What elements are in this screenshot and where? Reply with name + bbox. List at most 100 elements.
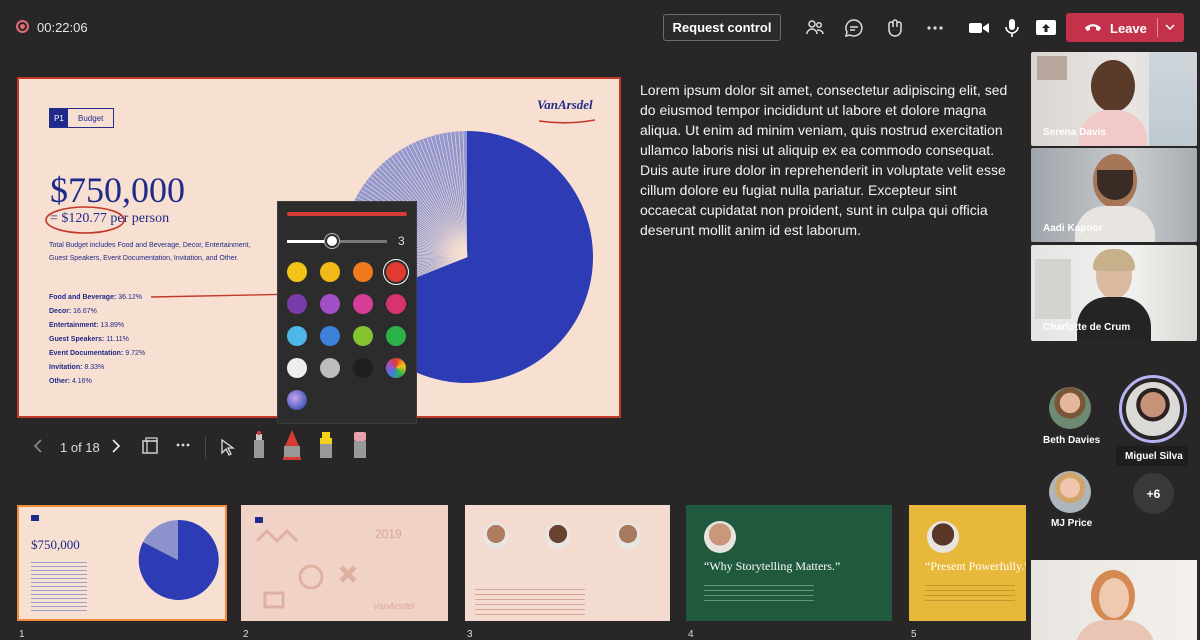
stroke-size-value: 3 xyxy=(398,234,405,248)
avatar-name: Beth Davies xyxy=(1043,435,1101,446)
thumb-brand: VanArsdel xyxy=(373,601,415,611)
ink-circle xyxy=(45,206,125,234)
pen-color-swatch[interactable] xyxy=(353,294,373,314)
share-screen-icon[interactable] xyxy=(1035,17,1057,39)
participant-video-aadi-kapoor[interactable]: Aadi Kapoor xyxy=(1031,148,1197,242)
stroke-size-slider-knob[interactable] xyxy=(325,234,339,248)
slide-grid-icon[interactable] xyxy=(141,437,159,455)
pen-color-swatch[interactable] xyxy=(320,262,340,282)
leave-button[interactable]: Leave xyxy=(1066,13,1184,42)
pen-tool-icon[interactable] xyxy=(281,428,303,460)
bookshelf xyxy=(1149,52,1197,146)
slide-tag-label: Budget xyxy=(78,113,104,123)
laser-pointer-icon[interactable] xyxy=(250,430,268,460)
participant-video-serena-davis[interactable]: Serena Davis xyxy=(1031,52,1197,146)
slide-more-icon[interactable] xyxy=(175,440,191,450)
pen-color-swatch[interactable] xyxy=(386,358,406,378)
pen-color-swatch[interactable] xyxy=(386,294,406,314)
recording-icon xyxy=(16,20,29,33)
avatar-beth-davies[interactable] xyxy=(1049,387,1091,429)
pen-color-swatch[interactable] xyxy=(320,294,340,314)
thumb-pie-chart xyxy=(138,519,219,600)
category-row: Invitation: 8.33% xyxy=(49,364,105,371)
brand-logo: VanArsdel xyxy=(537,97,593,112)
pen-color-swatch[interactable] xyxy=(386,262,406,282)
pen-color-swatch[interactable] xyxy=(287,390,307,410)
slide-tag: P1 Budget xyxy=(49,108,115,128)
avatar-mj-price[interactable] xyxy=(1049,471,1091,513)
pen-color-swatch[interactable] xyxy=(287,262,307,282)
slide-page-indicator: 1 of 18 xyxy=(60,440,100,455)
slide-thumbnail-5[interactable]: “Present Powerfully.” xyxy=(909,505,1026,621)
pen-color-swatch[interactable] xyxy=(353,358,373,378)
thumb-tag xyxy=(31,515,39,521)
thumb-title: “Present Powerfully.” xyxy=(925,559,1026,573)
pointer-tool-icon[interactable] xyxy=(219,438,235,456)
people-icon[interactable] xyxy=(804,17,826,39)
thumbnail-number: 3 xyxy=(467,629,473,640)
avatar-name: MJ Price xyxy=(1051,518,1093,529)
microphone-icon[interactable] xyxy=(1001,17,1023,39)
slide-thumbnail-2[interactable]: 2019 VanArsdel xyxy=(241,505,448,621)
pen-color-swatch[interactable] xyxy=(287,358,307,378)
category-row: Food and Beverage: 36.12% xyxy=(49,294,142,301)
wall-picture xyxy=(1037,56,1067,80)
request-control-button[interactable]: Request control xyxy=(663,14,781,41)
next-slide-icon[interactable] xyxy=(110,438,122,454)
thumbnail-number: 1 xyxy=(19,629,25,640)
pen-color-swatch[interactable] xyxy=(287,294,307,314)
thumbnail-number: 2 xyxy=(243,629,249,640)
pen-color-palette: 3 xyxy=(277,201,417,424)
avatar-miguel-silva[interactable] xyxy=(1126,382,1180,436)
leave-separator xyxy=(1157,18,1158,37)
slide-tag-number: P1 xyxy=(50,109,68,127)
chevron-down-icon[interactable] xyxy=(1163,20,1177,34)
highlighter-tool-icon[interactable] xyxy=(316,430,336,460)
eraser-tool-icon[interactable] xyxy=(351,430,369,460)
slide-thumbnail-3[interactable] xyxy=(465,505,670,621)
previous-slide-icon[interactable] xyxy=(32,438,44,454)
slide-thumbnail-1[interactable]: $750,000 xyxy=(17,505,227,621)
thumbnail-number: 4 xyxy=(688,629,694,640)
brand-underline-ink xyxy=(538,119,596,124)
participant-name: Serena Davis xyxy=(1043,127,1106,138)
leave-label: Leave xyxy=(1110,21,1147,36)
more-participants-button[interactable]: +6 xyxy=(1133,473,1174,514)
chat-icon[interactable] xyxy=(843,17,865,39)
thumb-avatar xyxy=(927,521,959,553)
category-row: Other: 4.16% xyxy=(49,378,92,385)
self-view-video[interactable] xyxy=(1031,560,1197,640)
pen-color-swatch[interactable] xyxy=(320,358,340,378)
pen-color-swatch[interactable] xyxy=(320,326,340,346)
thumb-avatar xyxy=(704,521,736,553)
thumb-decorative-shapes xyxy=(255,528,357,609)
pen-color-swatch[interactable] xyxy=(353,326,373,346)
thumb-avatar xyxy=(545,523,571,549)
participant-shoulders xyxy=(1077,297,1151,341)
reactions-icon[interactable] xyxy=(884,17,906,39)
participant-name: Aadi Kapoor xyxy=(1043,223,1103,234)
category-row: Event Documentation: 9.72% xyxy=(49,350,146,357)
pen-color-swatch[interactable] xyxy=(287,326,307,346)
budget-categories: Food and Beverage: 36.12% Decor: 16.67% … xyxy=(49,291,145,389)
thumb-tag xyxy=(255,517,263,523)
participant-video-charlotte-de-crum[interactable]: Charlotte de Crum xyxy=(1031,245,1197,341)
camera-icon[interactable] xyxy=(968,17,990,39)
participant-hair xyxy=(1093,249,1135,271)
thumb-text-lines xyxy=(704,581,814,603)
pen-color-swatch[interactable] xyxy=(353,262,373,282)
slide-thumbnail-4[interactable]: “Why Storytelling Matters.” xyxy=(686,505,892,621)
avatar-name: Miguel Silva xyxy=(1125,451,1183,462)
participant-name: Charlotte de Crum xyxy=(1043,322,1131,333)
category-row: Guest Speakers: 11.11% xyxy=(49,336,129,343)
participant-shoulders xyxy=(1075,620,1155,640)
more-options-icon[interactable] xyxy=(924,17,946,39)
thumb-avatar xyxy=(483,523,509,549)
toolbar-divider xyxy=(205,436,206,458)
thumb-avatar xyxy=(615,523,641,549)
speaker-notes: Lorem ipsum dolor sit amet, consectetur … xyxy=(640,82,1008,238)
participant-face xyxy=(1091,60,1135,112)
pen-color-swatch[interactable] xyxy=(386,326,406,346)
pen-preview-stroke xyxy=(287,212,407,216)
thumbnail-number: 5 xyxy=(911,629,917,640)
